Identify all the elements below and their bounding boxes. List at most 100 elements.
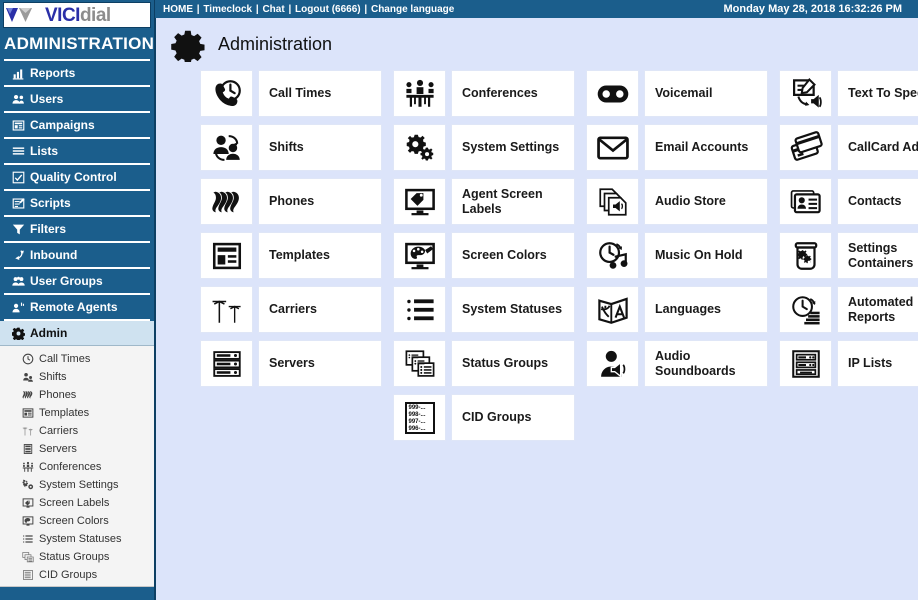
- submenu-item-phones[interactable]: Phones: [0, 386, 154, 404]
- tile-label-audio-store: Audio Store: [644, 178, 768, 225]
- submenu-item-system-settings[interactable]: System Settings: [0, 476, 154, 494]
- tile-label-callcard-admin: CallCard Admin: [837, 124, 918, 171]
- tile-label-text: Audio Soundboards: [655, 348, 736, 378]
- sidebar-item-label: Remote Agents: [30, 300, 118, 314]
- tile-text-to-speech[interactable]: Text To Speech: [779, 70, 918, 117]
- tile-automated-reports[interactable]: Automated Reports: [779, 286, 918, 333]
- tile-conferences[interactable]: Conferences: [393, 70, 575, 117]
- sidebar-item-remote-agents[interactable]: Remote Agents: [4, 295, 150, 321]
- tile-music-on-hold[interactable]: Music On Hold: [586, 232, 768, 279]
- tile-system-settings[interactable]: System Settings: [393, 124, 575, 171]
- vicidial-logo[interactable]: VICIdial: [3, 2, 151, 28]
- cid-numbers-icon[interactable]: 999-... 998-... 997-... 996-...: [393, 394, 446, 441]
- carrier-poles-icon[interactable]: [200, 286, 253, 333]
- monitor-palette-icon[interactable]: [393, 232, 446, 279]
- remote-agent-icon: [12, 301, 25, 314]
- submenu-item-screen-labels[interactable]: Screen Labels: [0, 494, 154, 512]
- tile-phones[interactable]: Phones: [200, 178, 382, 225]
- sidebar-item-inbound[interactable]: Inbound: [4, 243, 150, 269]
- tile-carriers[interactable]: Carriers: [200, 286, 382, 333]
- nav-home[interactable]: HOME: [163, 4, 193, 15]
- sidebar-item-quality-control[interactable]: Quality Control: [4, 165, 150, 191]
- nav-logout[interactable]: Logout (6666): [295, 4, 361, 15]
- clock-chart-icon[interactable]: [779, 286, 832, 333]
- tile-status-groups[interactable]: Status Groups: [393, 340, 575, 387]
- tile-call-times[interactable]: Call Times: [200, 70, 382, 117]
- tile-settings-containers[interactable]: Settings Containers: [779, 232, 918, 279]
- shifts-people-icon[interactable]: [200, 124, 253, 171]
- tile-voicemail[interactable]: Voicemail: [586, 70, 768, 117]
- submenu-item-screen-colors[interactable]: Screen Colors: [0, 512, 154, 530]
- nav-chat[interactable]: Chat: [262, 4, 284, 15]
- nav-separator: |: [253, 3, 262, 15]
- sidebar-item-reports[interactable]: Reports: [4, 61, 150, 87]
- submenu-item-servers[interactable]: Servers: [0, 440, 154, 458]
- tile-label-text: Languages: [655, 302, 721, 316]
- submenu-item-system-statuses[interactable]: System Statuses: [0, 530, 154, 548]
- vicidial-logo-mark: [6, 8, 32, 22]
- tile-label-text: IP Lists: [848, 356, 893, 370]
- phone-clock-icon[interactable]: [200, 70, 253, 117]
- submenu-item-status-groups[interactable]: Status Groups: [0, 548, 154, 566]
- tile-templates[interactable]: Templates: [200, 232, 382, 279]
- gear-icon: [171, 30, 205, 62]
- nav-timeclock[interactable]: Timeclock: [203, 4, 252, 15]
- submenu-item-shifts[interactable]: Shifts: [0, 368, 154, 386]
- sidebar-item-users[interactable]: Users: [4, 87, 150, 113]
- sidebar-item-scripts[interactable]: Scripts: [4, 191, 150, 217]
- tile-contacts[interactable]: Contacts: [779, 178, 918, 225]
- page-title: Administration: [218, 33, 333, 54]
- submenu-item-call-times[interactable]: Call Times: [0, 350, 154, 368]
- bulleted-list-icon[interactable]: [393, 286, 446, 333]
- phones-stack-icon[interactable]: [200, 178, 253, 225]
- envelope-icon[interactable]: [586, 124, 639, 171]
- template-layout-icon[interactable]: [200, 232, 253, 279]
- tile-callcard-admin[interactable]: CallCard Admin: [779, 124, 918, 171]
- tile-agent-screen-labels[interactable]: Agent Screen Labels: [393, 178, 575, 225]
- conference-table-icon[interactable]: [393, 70, 446, 117]
- tile-ip-lists[interactable]: IP Lists: [779, 340, 918, 387]
- submenu-item-templates[interactable]: Templates: [0, 404, 154, 422]
- screen-colors-icon: [22, 515, 34, 527]
- sidebar-item-user-groups[interactable]: User Groups: [4, 269, 150, 295]
- tile-system-statuses[interactable]: System Statuses: [393, 286, 575, 333]
- cassette-tape-icon[interactable]: [586, 70, 639, 117]
- tile-label-cid-groups: CID Groups: [451, 394, 575, 441]
- languages-flag-icon[interactable]: [586, 286, 639, 333]
- tile-shifts[interactable]: Shifts: [200, 124, 382, 171]
- top-nav-links: HOME | Timeclock | Chat | Logout (6666) …: [163, 4, 454, 15]
- gears-icon[interactable]: [393, 124, 446, 171]
- contact-card-icon[interactable]: [779, 178, 832, 225]
- tile-label-text-to-speech: Text To Speech: [837, 70, 918, 117]
- monitor-tag-icon[interactable]: [393, 178, 446, 225]
- tile-label-music-on-hold: Music On Hold: [644, 232, 768, 279]
- jar-gears-icon[interactable]: [779, 232, 832, 279]
- conferences-icon: [22, 461, 34, 473]
- audio-files-icon[interactable]: [586, 178, 639, 225]
- phones-icon: [22, 389, 34, 401]
- submenu-item-conferences[interactable]: Conferences: [0, 458, 154, 476]
- submenu-item-carriers[interactable]: Carriers: [0, 422, 154, 440]
- tile-languages[interactable]: Languages: [586, 286, 768, 333]
- logo-wordmark: VICIdial: [45, 6, 111, 25]
- tile-email-accounts[interactable]: Email Accounts: [586, 124, 768, 171]
- sidebar-item-filters[interactable]: Filters: [4, 217, 150, 243]
- person-speaker-icon[interactable]: [586, 340, 639, 387]
- tile-screen-colors[interactable]: Screen Colors: [393, 232, 575, 279]
- list-stack-icon[interactable]: [393, 340, 446, 387]
- sidebar-item-lists[interactable]: Lists: [4, 139, 150, 165]
- credit-cards-icon[interactable]: [779, 124, 832, 171]
- tile-cid-groups[interactable]: 999-... 998-... 997-... 996-... CID Groups: [393, 394, 575, 441]
- cid-groups-icon: [22, 569, 34, 581]
- tile-audio-store[interactable]: Audio Store: [586, 178, 768, 225]
- ip-rack-icon[interactable]: [779, 340, 832, 387]
- clock-music-icon[interactable]: [586, 232, 639, 279]
- sidebar-item-admin[interactable]: Admin: [0, 321, 154, 346]
- nav-change-language[interactable]: Change language: [371, 4, 454, 15]
- sidebar-item-campaigns[interactable]: Campaigns: [4, 113, 150, 139]
- tile-audio-soundboards[interactable]: Audio Soundboards: [586, 340, 768, 387]
- note-speaker-icon[interactable]: [779, 70, 832, 117]
- submenu-item-cid-groups[interactable]: CID Groups: [0, 566, 154, 584]
- server-rack-icon[interactable]: [200, 340, 253, 387]
- tile-servers[interactable]: Servers: [200, 340, 382, 387]
